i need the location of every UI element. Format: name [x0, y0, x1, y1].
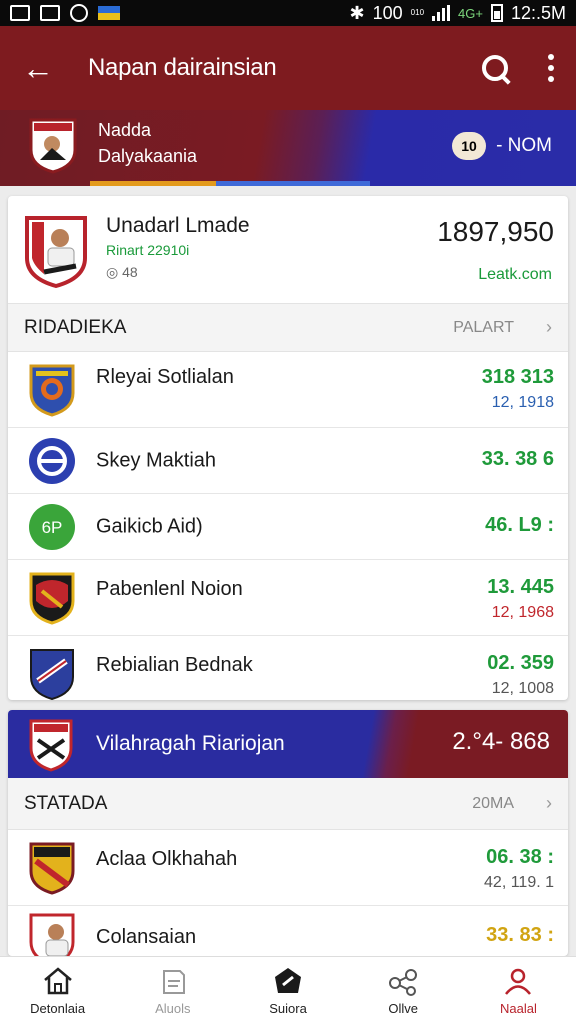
bottom-navigation: Detonlaia Aluols Suiora Ollve Naalal: [0, 956, 576, 1024]
scoreboard-icon: [275, 968, 301, 993]
banner-chip[interactable]: 10 - NOM: [452, 132, 552, 160]
list-item-name: Skey Maktiah: [96, 449, 217, 471]
section-title: RIDADIEKA: [24, 316, 127, 338]
player-crest-icon: [29, 913, 75, 956]
list-item-name: Colansaian: [96, 926, 197, 948]
flag-icon: [98, 6, 120, 20]
network-type: 4G+: [458, 5, 483, 21]
nav-scores[interactable]: Suiora: [230, 957, 345, 1024]
hero-value: 1897,950: [437, 216, 554, 247]
section-action[interactable]: PALART: [453, 319, 514, 337]
list-item-name: Rleyai Sotlialan: [96, 366, 234, 388]
list-item-subvalue: 12, 1008: [491, 680, 554, 697]
green-badge-icon: 6P: [29, 503, 75, 550]
list-item-value: 318 313: [481, 366, 554, 388]
coin-icon: 10: [452, 132, 487, 160]
hero-subtitle: Rinart 22910i: [106, 242, 190, 258]
banner-chip-label: - NOM: [496, 135, 552, 156]
green-badge-text: 6P: [42, 518, 63, 537]
list-item[interactable]: Pabenlenl Noion 13. 445 12, 1968: [8, 560, 568, 636]
shield-crest-icon: [29, 364, 75, 417]
hero-name: Unadarl Lmade: [106, 214, 250, 237]
status-time: 12:.5M: [510, 2, 566, 23]
list-item-subvalue: 12, 1968: [491, 604, 554, 621]
list-item[interactable]: Rebialian Bednak 02. 359 12, 1008: [8, 636, 568, 700]
hero-row[interactable]: Unadarl Lmade Rinart 22910i ◎ 48 1897,95…: [8, 196, 568, 304]
search-icon[interactable]: [482, 55, 508, 81]
gallery-icon: [10, 5, 30, 21]
profile-icon: [505, 968, 532, 995]
nav-home[interactable]: Detonlaia: [0, 957, 115, 1024]
chevron-right-icon[interactable]: ›: [546, 793, 552, 814]
image-icon: [40, 5, 60, 21]
list-item-value: 33. 38 6: [481, 448, 554, 470]
status-indicator: 100: [372, 2, 403, 23]
shield-crest-icon: [29, 572, 75, 625]
list-item-subvalue: 42, 119. 1: [484, 874, 554, 891]
list-item[interactable]: 6P Gaikicb Aid) 46. L9 :: [8, 494, 568, 560]
status-tiny-text: 010: [410, 8, 425, 17]
match-score: 2.°4- 868: [452, 728, 550, 755]
list-item[interactable]: Colansaian 33. 83 :: [8, 906, 568, 956]
shield-crest-icon: [29, 842, 75, 895]
page-title: Napan dairainsian: [88, 54, 277, 81]
match-title: Vilahragah Riariojan: [96, 732, 285, 755]
more-vert-icon[interactable]: [548, 54, 554, 82]
match-banner[interactable]: Vilahragah Riariojan 2.°4- 868: [8, 710, 568, 778]
section-title: STATADA: [24, 792, 108, 814]
nav-scores-label: Suiora: [269, 1001, 307, 1016]
nav-share[interactable]: Ollve: [346, 957, 461, 1024]
stats-card: Vilahragah Riariojan 2.°4- 868 STATADA 2…: [8, 710, 568, 956]
app-bar: ← Napan dairainsian: [0, 26, 576, 110]
bluetooth-icon: ✱: [349, 2, 365, 23]
list-item-name: Gaikicb Aid): [96, 515, 203, 537]
sync-icon: [70, 4, 88, 22]
nav-share-label: Ollve: [388, 1001, 419, 1016]
section-action[interactable]: 20MA: [472, 795, 514, 813]
hero-link[interactable]: Leatk.com: [478, 266, 552, 284]
shield-crest-icon: [30, 649, 74, 700]
arrow-left-icon[interactable]: ←: [22, 52, 54, 84]
banner-team-subtitle: Dalyakaania: [98, 146, 198, 166]
home-icon: [43, 967, 72, 995]
list-item-name: Aclaa Olkhahah: [96, 848, 238, 870]
list-item-value: 13. 445: [487, 576, 554, 598]
signal-icon: [432, 5, 451, 21]
list-item[interactable]: Aclaa Olkhahah 06. 38 : 42, 119. 1: [8, 830, 568, 906]
list-item-value: 06. 38 :: [486, 846, 554, 868]
round-crest-icon: [29, 437, 75, 484]
list-item-name: Pabenlenl Noion: [96, 578, 243, 600]
banner-team-name: Nadda: [98, 120, 152, 140]
battery-icon: [490, 4, 503, 22]
nav-alerts-label: Aluols: [155, 1001, 191, 1016]
section-header[interactable]: RIDADIEKA PALART ›: [8, 304, 568, 352]
standings-card: Unadarl Lmade Rinart 22910i ◎ 48 1897,95…: [8, 196, 568, 700]
team-crest-icon: [29, 118, 77, 174]
nav-profile[interactable]: Naalal: [461, 957, 576, 1024]
hero-meta: ◎ 48: [106, 264, 138, 280]
hero-crest-icon: [25, 216, 87, 288]
banner-stripe: [90, 181, 370, 186]
document-icon: [162, 970, 185, 994]
list-item-value: 46. L9 :: [485, 514, 554, 536]
list-item-value: 33. 83 :: [486, 924, 554, 946]
list-item-value: 02. 359: [487, 652, 554, 674]
nav-profile-label: Naalal: [499, 1001, 537, 1016]
team-banner[interactable]: Nadda Dalyakaania 10 - NOM: [0, 110, 576, 186]
chevron-right-icon[interactable]: ›: [546, 317, 552, 338]
nav-alerts[interactable]: Aluols: [115, 957, 230, 1024]
list-item[interactable]: Skey Maktiah 33. 38 6: [8, 428, 568, 494]
list-item-name: Rebialian Bednak: [96, 654, 253, 676]
list-item[interactable]: Rleyai Sotlialan 318 313 12, 1918: [8, 352, 568, 428]
share-icon: [389, 969, 418, 996]
nav-home-label: Detonlaia: [30, 1001, 86, 1016]
status-bar: ✱ 100 010 4G+ 12:.5M: [0, 0, 576, 26]
list-item-subvalue: 12, 1918: [491, 394, 554, 411]
section-header[interactable]: STATADA 20MA ›: [8, 778, 568, 830]
match-crest-icon: [29, 719, 73, 772]
